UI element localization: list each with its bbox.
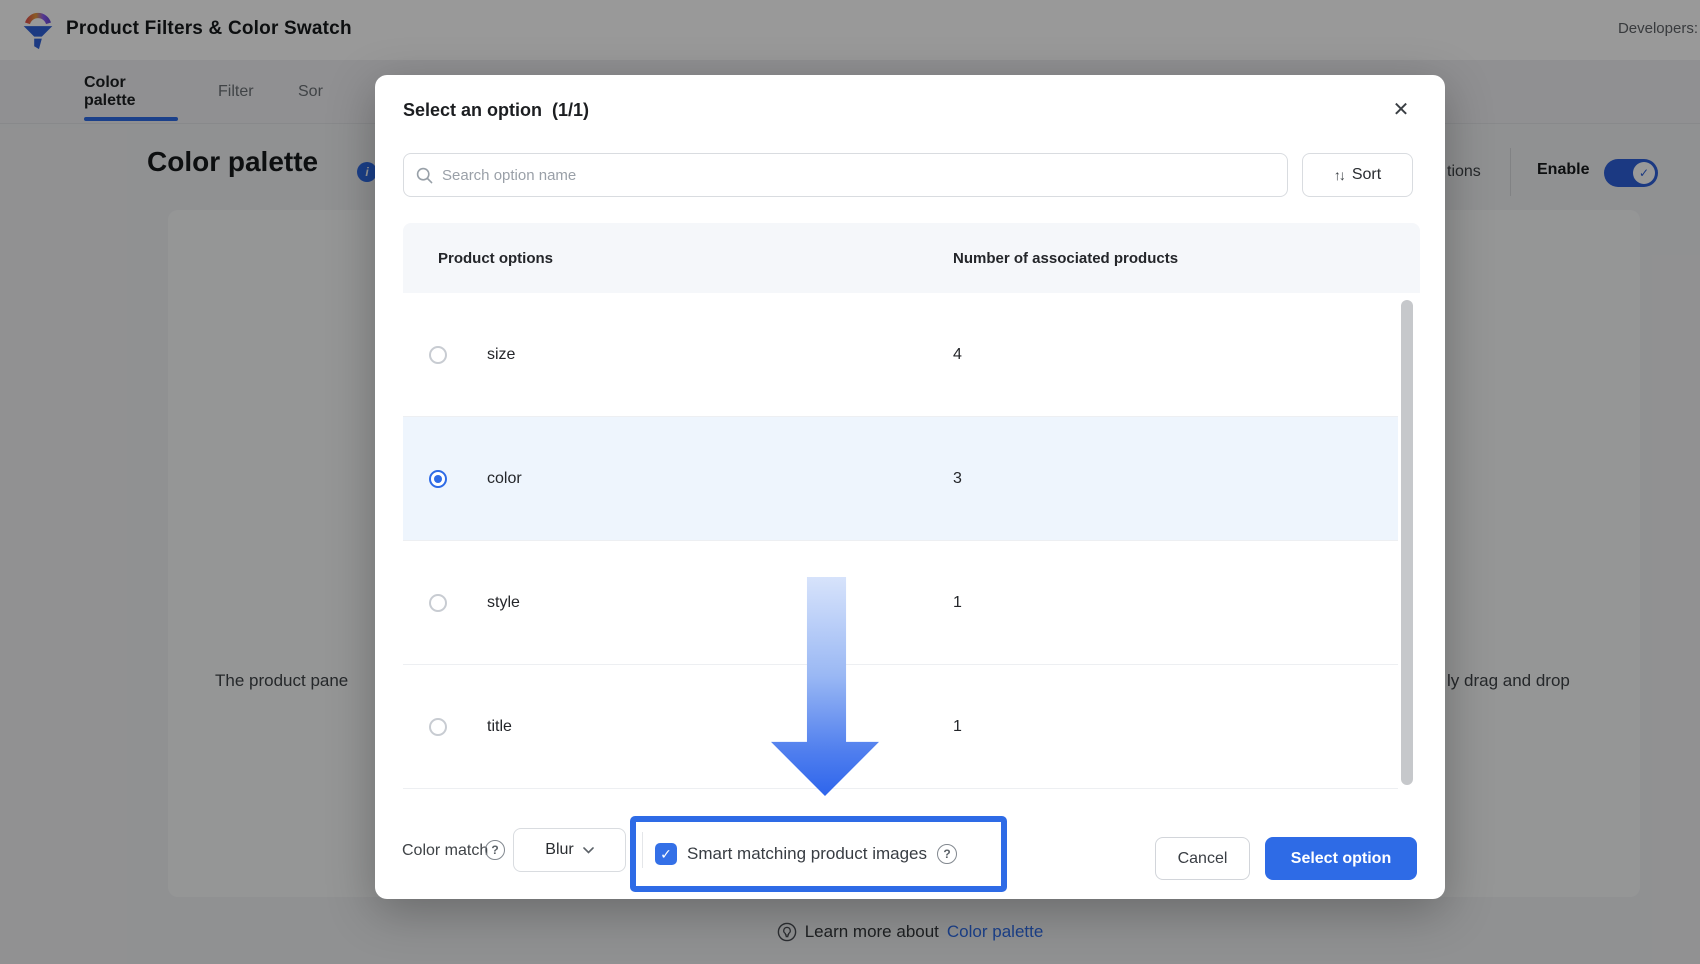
column-header-count: Number of associated products [953,250,1420,267]
sort-label: Sort [1352,166,1381,184]
search-input[interactable] [442,167,1275,184]
radio-style[interactable] [429,594,447,612]
modal-title: Select an option(1/1) [403,100,589,121]
table-row-color[interactable]: color 3 [403,417,1398,541]
blur-dropdown[interactable]: Blur [513,828,626,872]
color-match-label: Color match [402,842,488,860]
radio-size[interactable] [429,346,447,364]
blur-value: Blur [545,841,573,859]
app-root: Product Filters & Color Swatch Developer… [0,0,1700,964]
smart-match-checkbox[interactable]: ✓ [655,843,677,865]
search-box [403,153,1288,197]
select-option-button[interactable]: Select option [1265,837,1417,880]
chevron-down-icon [583,847,594,854]
column-header-options: Product options [403,250,953,267]
option-label: title [487,718,512,736]
scrollbar-thumb[interactable] [1401,300,1413,785]
radio-title[interactable] [429,718,447,736]
option-count: 1 [953,594,1398,612]
close-icon[interactable]: ✕ [1385,93,1417,125]
smart-match-label: Smart matching product images [687,844,927,864]
option-label: size [487,346,515,364]
select-option-modal: Select an option(1/1) ✕ ↑↓ Sort Product … [375,75,1445,899]
option-count: 3 [953,470,1398,488]
option-count: 1 [953,718,1398,736]
table-row-style[interactable]: style 1 [403,541,1398,665]
sort-icon: ↑↓ [1334,167,1344,183]
sort-button[interactable]: ↑↓ Sort [1302,153,1413,197]
smart-match-help-icon[interactable]: ? [937,844,957,864]
option-count: 4 [953,346,1398,364]
table-row-title[interactable]: title 1 [403,665,1398,789]
option-label: style [487,594,520,612]
table-row-size[interactable]: size 4 [403,293,1398,417]
options-table: Product options Number of associated pro… [403,223,1420,789]
color-match-help-icon[interactable]: ? [485,840,505,860]
option-label: color [487,470,522,488]
radio-color[interactable] [429,470,447,488]
highlight-annotation-box: ✓ Smart matching product images ? [630,816,1007,892]
table-header: Product options Number of associated pro… [403,223,1420,293]
cancel-button[interactable]: Cancel [1155,837,1250,880]
modal-counter: (1/1) [552,100,589,120]
search-icon [416,167,433,184]
